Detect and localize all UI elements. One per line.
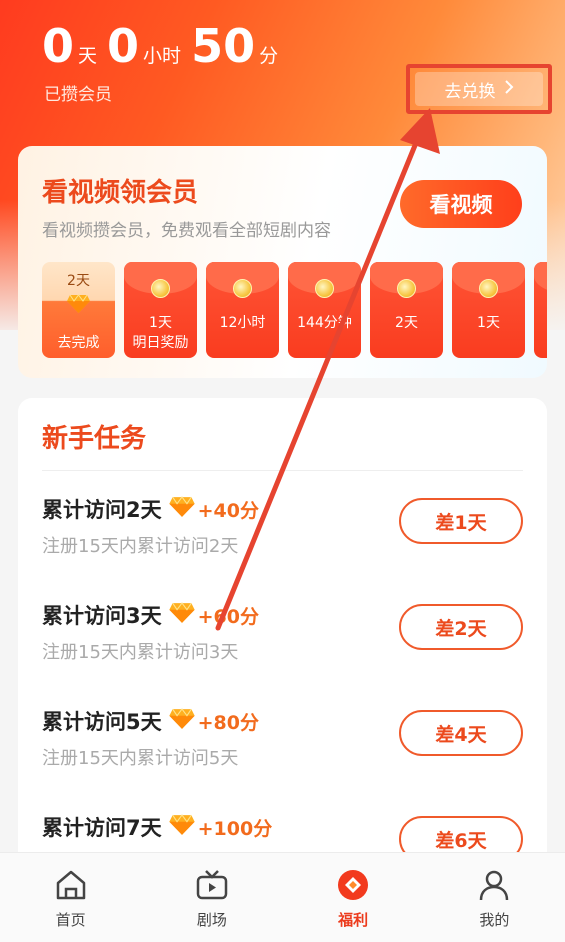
timer-minutes-unit: 分 [259, 45, 279, 67]
coin-icon [479, 279, 498, 298]
reward-day-item[interactable]: 144分钟 [288, 262, 361, 358]
task-status-button[interactable]: 差1天 [399, 498, 523, 544]
coin-icon [397, 279, 416, 298]
coin-icon [315, 279, 334, 298]
coin-icon [233, 279, 252, 298]
diamond-icon [168, 813, 196, 841]
task-description: 注册15天内累计访问5天 [42, 748, 239, 769]
chevron-right-icon [504, 79, 514, 99]
watch-video-button[interactable]: 看视频 [400, 180, 522, 228]
exchange-button[interactable]: 去兑换 [415, 72, 543, 106]
task-status-button[interactable]: 差2天 [399, 604, 523, 650]
reward-day-value: 2天 [395, 315, 418, 331]
welfare-icon [333, 865, 373, 905]
task-points: +40分 [197, 499, 259, 522]
divider [42, 470, 523, 471]
timer-days-unit: 天 [78, 45, 98, 67]
reward-day-value: 1天 [477, 315, 500, 331]
reward-day-value: 1 [534, 312, 547, 328]
coin-icon [151, 279, 170, 298]
timer-hours-value: 0 [107, 19, 140, 73]
video-card-title: 看视频领会员 [42, 178, 199, 208]
task-name: 累计访问5天 [42, 710, 162, 734]
task-description: 注册15天内累计访问3天 [42, 642, 239, 663]
task-points: +100分 [197, 817, 273, 840]
reward-day-item[interactable]: 1天 [452, 262, 525, 358]
tab-theater-label: 剧场 [196, 911, 227, 929]
reward-days-row[interactable]: 2天 去完成 1天 明日奖励 12小时 144分钟 2天 1天 [42, 262, 547, 358]
tab-theater[interactable]: 剧场 [141, 853, 282, 942]
tab-home[interactable]: 首页 [0, 853, 141, 942]
member-timer: 0 天 0 小时 50 分 [42, 18, 288, 74]
tv-icon [192, 865, 232, 905]
task-name: 累计访问3天 [42, 604, 162, 628]
profile-icon [474, 865, 514, 905]
tab-profile[interactable]: 我的 [424, 853, 565, 942]
task-item: 累计访问5天 +80分 注册15天内累计访问5天 差4天 [42, 706, 523, 786]
reward-day-current-action: 去完成 [57, 335, 100, 351]
tab-welfare-label: 福利 [338, 911, 369, 929]
task-item: 累计访问3天 +60分 注册15天内累计访问3天 差2天 [42, 600, 523, 680]
reward-day-item[interactable]: 12小时 [206, 262, 279, 358]
task-status-button[interactable]: 差4天 [399, 710, 523, 756]
tab-welfare[interactable]: 福利 [283, 853, 424, 942]
video-reward-card: 看视频领会员 看视频攒会员，免费观看全部短剧内容 看视频 2天 去完成 1天 明… [18, 146, 547, 378]
reward-day-current-label: 2天 [67, 273, 90, 289]
tab-profile-label: 我的 [479, 911, 510, 929]
diamond-icon [66, 294, 91, 318]
reward-day-value: 12小时 [219, 315, 266, 331]
exchange-label: 去兑换 [444, 81, 496, 102]
reward-day-item[interactable]: 1天 明日奖励 [124, 262, 197, 358]
diamond-icon [168, 707, 196, 735]
reward-day-current[interactable]: 2天 去完成 [42, 262, 115, 358]
tab-home-label: 首页 [55, 911, 86, 929]
task-points: +60分 [197, 605, 259, 628]
home-icon [51, 865, 91, 905]
reward-day-value: 144分钟 [297, 315, 352, 331]
task-item: 累计访问2天 +40分 注册15天内累计访问2天 差1天 [42, 494, 523, 574]
exchange-highlight-box: 去兑换 [406, 64, 552, 114]
diamond-icon [168, 601, 196, 629]
task-name: 累计访问2天 [42, 498, 162, 522]
task-description: 注册15天内累计访问2天 [42, 536, 239, 557]
reward-day-value: 1天 [149, 315, 172, 331]
video-card-subtitle: 看视频攒会员，免费观看全部短剧内容 [42, 221, 331, 241]
newbie-tasks-card: 新手任务 累计访问2天 +40分 注册15天内累计访问2天 差1天 累计访问3天… [18, 398, 547, 898]
timer-days-value: 0 [42, 19, 75, 73]
reward-day-item[interactable]: 2天 [370, 262, 443, 358]
reward-day-note: 明日奖励 [132, 335, 189, 351]
reward-day-item[interactable]: 1 [534, 262, 547, 358]
timer-minutes-value: 50 [191, 19, 256, 73]
bottom-tab-bar: 首页 剧场 福利 我的 [0, 852, 565, 942]
tasks-title: 新手任务 [42, 424, 147, 454]
task-name: 累计访问7天 [42, 816, 162, 840]
task-points: +80分 [197, 711, 259, 734]
saved-member-label: 已攒会员 [44, 85, 112, 105]
timer-hours-unit: 小时 [143, 45, 182, 67]
diamond-icon [168, 495, 196, 523]
